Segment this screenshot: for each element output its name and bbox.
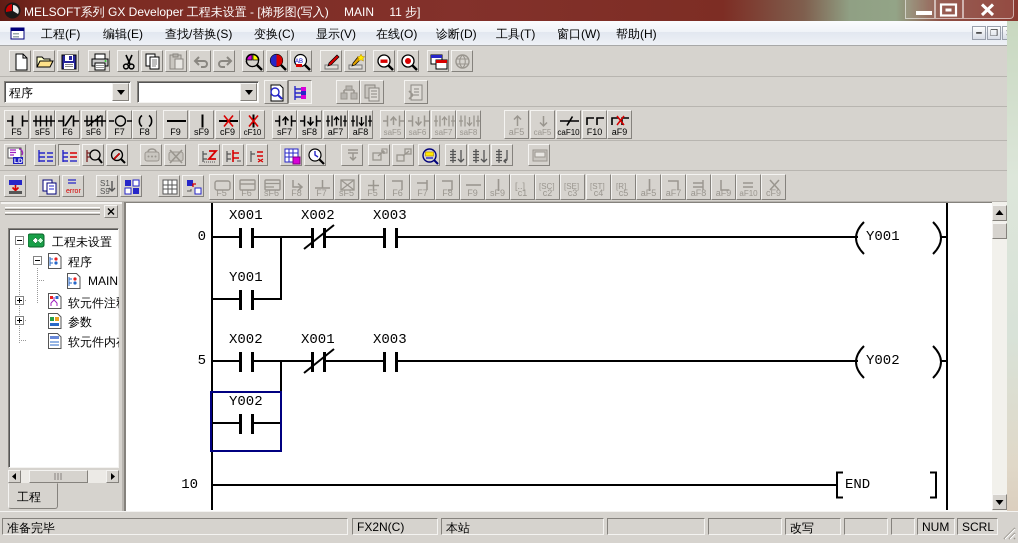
svg-text:error: error (66, 188, 81, 195)
svg-text:LD: LD (14, 158, 23, 165)
